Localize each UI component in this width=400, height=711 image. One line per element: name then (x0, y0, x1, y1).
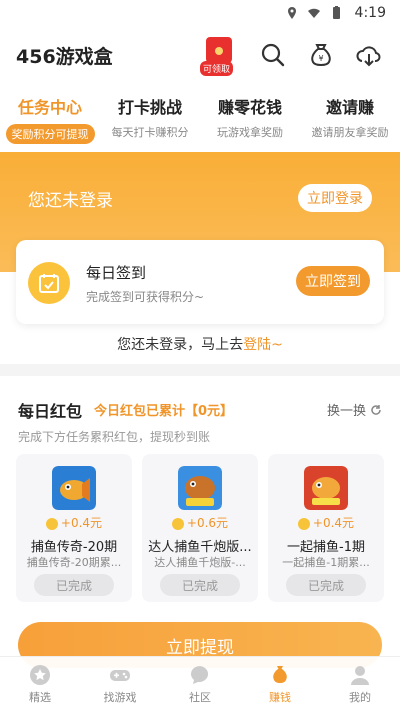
tab-title: 任务中心 (17, 98, 82, 117)
fish-game-icon (178, 466, 222, 510)
reward-amount: +0.4元 (16, 514, 132, 531)
tab-subtitle: 奖励积分可提现 (5, 124, 95, 144)
tab-checkin-challenge[interactable]: 打卡挑战 每天打卡赚积分 (100, 84, 200, 152)
tab-subtitle: 邀请朋友拿奖励 (311, 126, 389, 139)
nav-label: 赚钱 (269, 690, 291, 704)
task-card[interactable]: +0.4元 捕鱼传奇-20期 捕鱼传奇-20期累... 已完成 (16, 454, 132, 602)
login-link[interactable]: 登陆~ (243, 337, 283, 353)
refresh-icon (371, 404, 381, 415)
tab-title: 邀请赚 (325, 98, 374, 117)
checkin-subtitle: 完成签到可获得积分~ (86, 290, 205, 304)
fish-game-icon (304, 466, 348, 510)
refresh-label: 换一换 (326, 404, 366, 419)
reward-amount: +0.6元 (142, 514, 258, 531)
tab-invite[interactable]: 邀请赚 邀请朋友拿奖励 (300, 84, 400, 152)
tab-bar: 任务中心 奖励积分可提现 打卡挑战 每天打卡赚积分 赚零花钱 玩游戏拿奖励 邀请… (0, 84, 400, 152)
game-name: 达人捕鱼千炮版... (148, 540, 252, 555)
nav-label: 我的 (349, 690, 371, 704)
coin-icon (171, 517, 184, 530)
login-button[interactable]: 立即登录 (298, 184, 372, 212)
tab-title: 打卡挑战 (117, 98, 182, 117)
nav-label: 社区 (189, 690, 211, 704)
nav-featured[interactable]: 精选 (0, 657, 80, 711)
wifi-icon (307, 8, 320, 18)
nav-find-games[interactable]: 找游戏 (80, 657, 160, 711)
redpack-tag: 可领取 (200, 61, 234, 76)
status-bar: 4:19 (0, 0, 400, 26)
nav-label: 精选 (29, 690, 51, 704)
calendar-check-icon (28, 262, 70, 304)
daily-total: 今日红包已累计【0元】 (94, 404, 234, 419)
not-logged-title: 您还未登录 (28, 191, 113, 211)
login-notice: 您还未登录，马上去登陆~ (0, 334, 400, 354)
tab-task-center[interactable]: 任务中心 奖励积分可提现 (0, 84, 100, 152)
money-bag-icon[interactable]: ¥ (306, 40, 336, 70)
reward-amount: +0.4元 (268, 514, 384, 531)
game-desc: 一起捕鱼-1期累... (282, 556, 370, 569)
section-description: 完成下方任务累积红包，提现秒到账 (18, 430, 211, 444)
tab-title: 赚零花钱 (217, 98, 282, 117)
task-card-list: +0.4元 捕鱼传奇-20期 捕鱼传奇-20期累... 已完成 +0.6元 达人… (16, 454, 384, 602)
tab-subtitle: 每天打卡赚积分 (111, 126, 189, 139)
login-notice-text: 您还未登录，马上去 (117, 337, 244, 353)
completed-button[interactable]: 已完成 (286, 574, 366, 596)
gamepad-icon (110, 669, 130, 681)
location-icon (287, 7, 296, 19)
app-title: 456游戏盒 (16, 45, 113, 68)
game-desc: 达人捕鱼千炮版-... (154, 556, 246, 569)
svg-text:¥: ¥ (318, 54, 323, 63)
tab-earn-money[interactable]: 赚零花钱 玩游戏拿奖励 (200, 84, 300, 152)
completed-button[interactable]: 已完成 (34, 574, 114, 596)
task-card[interactable]: +0.4元 一起捕鱼-1期 一起捕鱼-1期累... 已完成 (268, 454, 384, 602)
battery-icon (332, 6, 340, 19)
nav-mine[interactable]: 我的 (320, 657, 400, 711)
coin-icon (297, 517, 310, 530)
fish-game-icon (52, 466, 96, 510)
money-bag-icon (273, 665, 287, 683)
nav-community[interactable]: 社区 (160, 657, 240, 711)
nav-label: 找游戏 (103, 690, 137, 704)
task-card[interactable]: +0.6元 达人捕鱼千炮版... 达人捕鱼千炮版-... 已完成 (142, 454, 258, 602)
section-title: 每日红包 (18, 402, 83, 421)
star-icon (30, 664, 50, 685)
tab-subtitle: 玩游戏拿奖励 (217, 126, 283, 139)
game-name: 捕鱼传奇-20期 (30, 540, 118, 555)
checkin-card: 每日签到 完成签到可获得积分~ 立即签到 (16, 240, 384, 324)
game-desc: 捕鱼传奇-20期累... (26, 556, 122, 569)
completed-button[interactable]: 已完成 (160, 574, 240, 596)
redpack-button[interactable]: 可领取 (200, 35, 240, 76)
cloud-download-icon[interactable] (354, 40, 384, 70)
user-icon (351, 665, 369, 685)
nav-earn[interactable]: 赚钱 (240, 657, 320, 711)
red-envelope-icon (206, 37, 232, 63)
search-icon[interactable] (258, 40, 288, 70)
coin-icon (45, 517, 58, 530)
checkin-button[interactable]: 立即签到 (296, 266, 370, 296)
chat-icon (190, 665, 209, 684)
status-time: 4:19 (354, 5, 386, 21)
bottom-nav: 精选 找游戏 社区 赚钱 我的 (0, 656, 400, 711)
app-header: 456游戏盒 可领取 ¥ (0, 26, 400, 84)
refresh-button[interactable]: 换一换 (327, 400, 382, 419)
checkin-title: 每日签到 (86, 264, 147, 282)
game-name: 一起捕鱼-1期 (287, 540, 365, 555)
